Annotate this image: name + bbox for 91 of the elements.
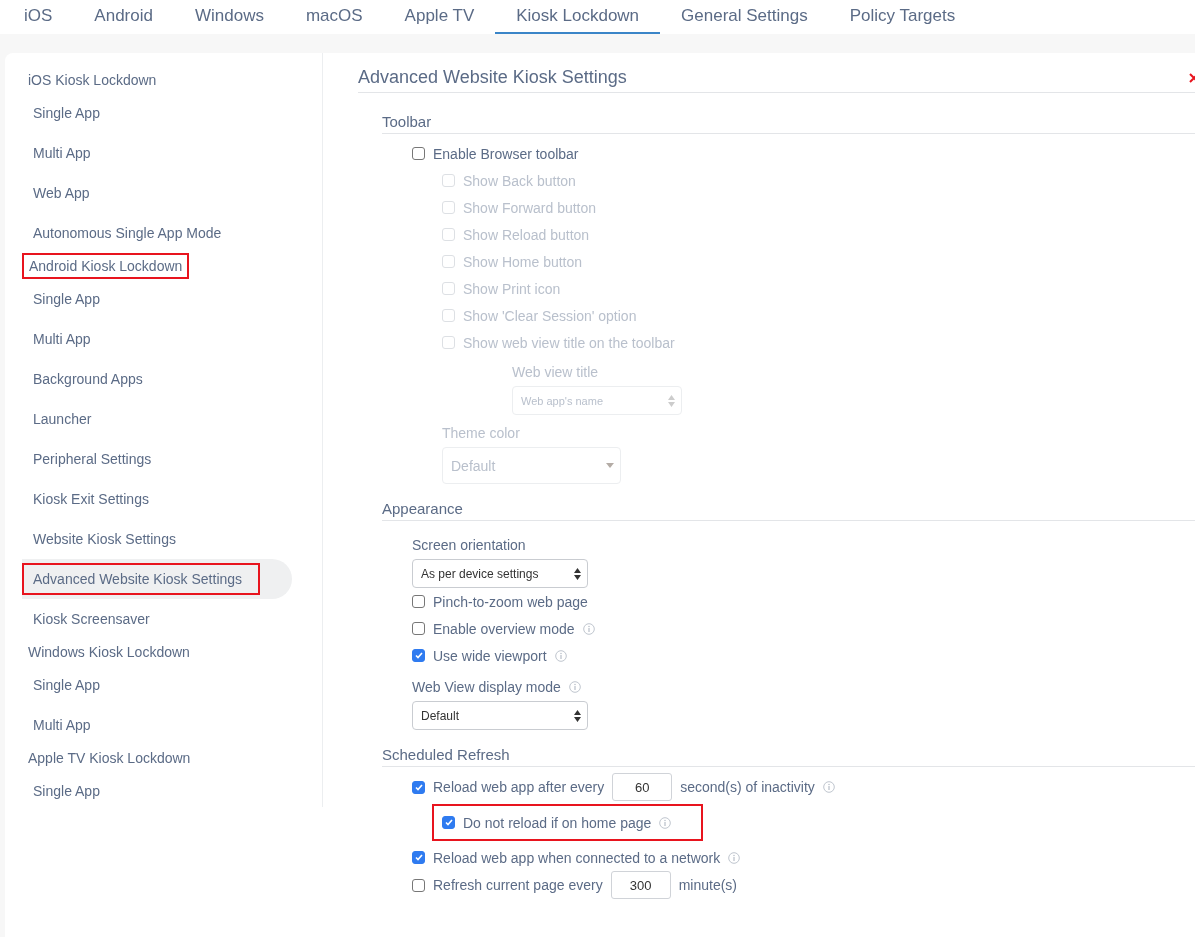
checkbox[interactable] xyxy=(412,649,425,662)
caret-icon xyxy=(606,463,614,468)
sidebar-item-label: Kiosk Screensaver xyxy=(32,610,151,629)
sidebar-item[interactable]: Website Kiosk Settings xyxy=(22,519,292,559)
stepper-arrows-icon xyxy=(574,567,581,580)
sidebar-item-label: Multi App xyxy=(32,144,92,163)
checkbox-label: Enable overview mode xyxy=(433,620,575,637)
sidebar-item[interactable]: Web App xyxy=(22,173,292,213)
section-heading: Toolbar xyxy=(382,113,1195,134)
info-icon[interactable] xyxy=(568,681,581,693)
unit-label: minute(s) xyxy=(678,877,737,893)
sidebar-item[interactable]: Advanced Website Kiosk Settings xyxy=(22,559,292,599)
sidebar-item[interactable]: Kiosk Screensaver xyxy=(22,599,292,639)
info-icon[interactable] xyxy=(582,622,595,635)
sidebar-item[interactable]: Launcher xyxy=(22,399,292,439)
sidebar-item[interactable]: Peripheral Settings xyxy=(22,439,292,479)
section-heading: Appearance xyxy=(382,500,1195,521)
info-icon[interactable] xyxy=(659,816,672,829)
sidebar-item-label: Single App xyxy=(32,104,101,123)
checkbox-label: Pinch-to-zoom web page xyxy=(433,593,588,610)
sidebar-item-label: Kiosk Exit Settings xyxy=(32,490,150,509)
stepper-arrows-icon xyxy=(668,394,675,407)
sidebar-item-label: Website Kiosk Settings xyxy=(32,530,177,549)
field-label: Screen orientation xyxy=(412,537,526,553)
tab[interactable]: General Settings xyxy=(660,0,829,34)
sidebar-item[interactable]: Single App xyxy=(22,665,292,705)
field-label: Web View display mode xyxy=(412,679,561,695)
tab[interactable]: Windows xyxy=(173,0,285,34)
checkbox-label: Show Back button xyxy=(463,172,576,189)
stepper-arrows-icon xyxy=(574,709,581,722)
sidebar-item[interactable]: Single App xyxy=(22,279,292,319)
checkbox-label: Use wide viewport xyxy=(433,647,547,664)
sidebar-item[interactable]: Autonomous Single App Mode xyxy=(22,213,292,253)
sidebar-item-label: Background Apps xyxy=(32,370,144,389)
checkbox-label: Show Reload button xyxy=(463,226,590,243)
sidebar-item-label: Single App xyxy=(32,782,101,801)
checkbox-label: Reload web app when connected to a network xyxy=(433,849,721,866)
checkbox-label: Show Forward button xyxy=(463,199,597,216)
number-input[interactable]: 300 xyxy=(610,871,671,899)
sidebar-item-label: Launcher xyxy=(32,410,93,429)
tab[interactable]: macOS xyxy=(284,0,384,34)
checkbox[interactable] xyxy=(412,878,425,892)
sidebar-group-label: iOS Kiosk Lockdown xyxy=(28,71,157,90)
checkbox[interactable] xyxy=(412,147,425,160)
tab[interactable]: Android xyxy=(73,0,174,34)
select-field[interactable]: As per device settings xyxy=(412,559,588,588)
field-label: Theme color xyxy=(442,425,520,441)
sidebar-item-label: Peripheral Settings xyxy=(32,450,153,469)
checkbox[interactable] xyxy=(442,816,455,829)
unit-label: second(s) of inactivity xyxy=(680,779,815,795)
sidebar-item[interactable]: Multi App xyxy=(22,319,292,359)
sidebar-item[interactable]: Kiosk Exit Settings xyxy=(22,479,292,519)
tab[interactable]: Apple TV xyxy=(383,0,496,34)
sidebar-group-label: Android Kiosk Lockdown xyxy=(22,253,190,279)
sidebar-group-label: Windows Kiosk Lockdown xyxy=(28,643,190,662)
page-title: Advanced Website Kiosk Settings xyxy=(358,67,628,88)
checkbox[interactable] xyxy=(412,780,425,794)
info-icon[interactable] xyxy=(822,781,835,793)
sidebar-item-label: Multi App xyxy=(32,716,92,735)
checkbox-label: Do not reload if on home page xyxy=(463,814,652,831)
checkbox[interactable] xyxy=(412,622,425,635)
sidebar-item-label: Autonomous Single App Mode xyxy=(32,224,223,243)
field-label: Web view title xyxy=(512,364,599,380)
select-field[interactable]: Default xyxy=(412,701,588,730)
sidebar-item[interactable]: Single App xyxy=(22,771,292,811)
checkbox-label: Refresh current page every xyxy=(433,877,603,893)
tab[interactable]: iOS xyxy=(3,0,74,34)
checkbox-label: Enable Browser toolbar xyxy=(433,145,579,162)
checkbox-label: Reload web app after every xyxy=(433,779,605,795)
info-icon[interactable] xyxy=(554,649,567,662)
info-icon[interactable] xyxy=(728,851,741,864)
checkbox[interactable] xyxy=(412,851,425,864)
tab[interactable]: Policy Targets xyxy=(828,0,977,34)
sidebar-item-label: Multi App xyxy=(32,330,92,349)
tab[interactable]: Kiosk Lockdown xyxy=(495,0,661,34)
checkbox-label: Show Home button xyxy=(463,253,583,270)
sidebar-item[interactable]: Background Apps xyxy=(22,359,292,399)
sidebar-item-label: Web App xyxy=(32,184,91,203)
checkbox-label: Show 'Clear Session' option xyxy=(463,307,637,324)
checkbox-label: Show web view title on the toolbar xyxy=(463,334,675,351)
sidebar-group-label: Apple TV Kiosk Lockdown xyxy=(28,749,191,768)
sidebar-item-label: Single App xyxy=(32,290,101,309)
sidebar-item-label: Single App xyxy=(32,676,101,695)
sidebar-item[interactable]: Multi App xyxy=(22,705,292,745)
section-heading: Scheduled Refresh xyxy=(382,746,1195,767)
checkbox[interactable] xyxy=(412,595,425,608)
sidebar-item[interactable]: Single App xyxy=(22,93,292,133)
sidebar-item[interactable]: Multi App xyxy=(22,133,292,173)
checkbox-label: Show Print icon xyxy=(463,280,561,297)
number-input[interactable]: 60 xyxy=(612,773,673,801)
sidebar-item-label: Advanced Website Kiosk Settings xyxy=(22,563,261,595)
